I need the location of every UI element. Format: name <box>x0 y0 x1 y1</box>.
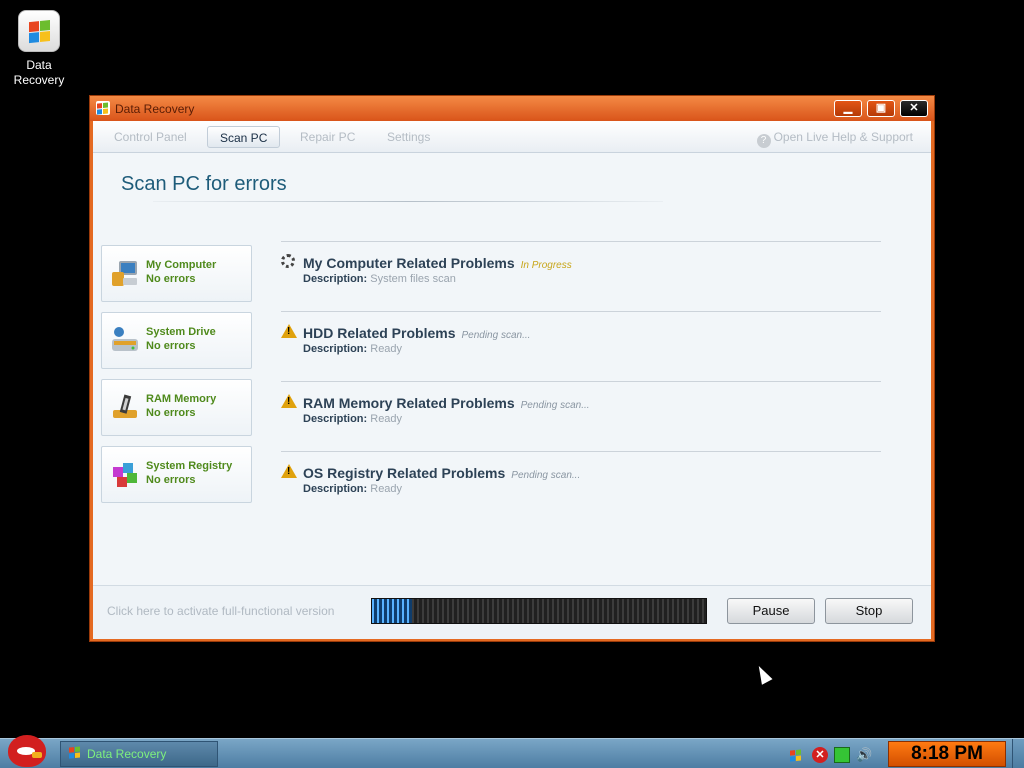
window-title: Data Recovery <box>115 102 195 116</box>
tab-scan-pc[interactable]: Scan PC <box>207 126 281 148</box>
problem-status: In Progress <box>520 260 572 271</box>
start-button[interactable] <box>4 731 50 768</box>
problem-row: OS Registry Related ProblemsPending scan… <box>281 451 881 521</box>
scan-progress-bar <box>371 598 707 624</box>
nav-bar: Control Panel Scan PC Repair PC Settings… <box>93 121 931 153</box>
activate-link[interactable]: Click here to activate full-functional v… <box>107 604 334 618</box>
card-status: No errors <box>146 474 196 486</box>
page-title: Scan PC for errors <box>121 173 287 195</box>
ram-icon <box>113 394 137 418</box>
minimize-icon: ▁ <box>843 102 853 114</box>
tab-settings[interactable]: Settings <box>375 126 442 148</box>
card-ram-memory[interactable]: RAM Memory No errors <box>101 379 252 436</box>
title-bar[interactable]: Data Recovery ▁ ▣ ✕ <box>90 96 934 121</box>
problem-title: OS Registry Related Problems Pending scan… <box>303 465 581 481</box>
angry-bird-icon <box>8 735 46 767</box>
card-title: My Computer <box>146 259 217 271</box>
card-my-computer[interactable]: My Computer No errors <box>101 245 252 302</box>
tab-control-panel[interactable]: Control Panel <box>102 126 199 148</box>
warning-icon <box>281 324 297 340</box>
card-title: System Drive <box>146 326 216 338</box>
progress-fill <box>372 599 413 623</box>
card-system-drive[interactable]: System Drive No errors <box>101 312 252 369</box>
warning-icon <box>281 464 297 480</box>
problem-status: Pending scan... <box>520 400 590 411</box>
card-status: No errors <box>146 273 196 285</box>
drive-icon <box>112 327 138 351</box>
footer-bar: Click here to activate full-functional v… <box>93 585 931 639</box>
registry-icon <box>113 463 137 487</box>
windows-flag-icon <box>18 10 60 52</box>
computer-icon <box>112 261 137 286</box>
problem-row: HDD Related ProblemsPending scan... Desc… <box>281 311 881 381</box>
problem-status: Pending scan... <box>461 330 531 341</box>
help-label: Open Live Help & Support <box>773 130 913 144</box>
clock[interactable]: 8:18 PM <box>888 741 1006 767</box>
show-desktop-button[interactable] <box>1012 739 1024 768</box>
minimize-button[interactable]: ▁ <box>834 100 862 117</box>
app-window: Data Recovery ▁ ▣ ✕ Control Panel Scan P… <box>89 95 935 642</box>
card-title: RAM Memory <box>146 393 217 405</box>
problem-row: RAM Memory Related ProblemsPending scan.… <box>281 381 881 451</box>
divider <box>153 201 663 202</box>
problem-row: My Computer Related Problems In Progress … <box>281 241 881 311</box>
help-icon: ? <box>756 134 771 148</box>
problem-description: Description: System files scan <box>303 273 456 285</box>
problem-description: Description: Ready <box>303 483 403 495</box>
taskbar-item-label: Data Recovery <box>87 747 167 761</box>
security-alert-icon[interactable]: ✕ <box>812 746 828 763</box>
taskbar: Data Recovery ✕ 🔊 8:18 PM <box>0 735 1024 768</box>
card-system-registry[interactable]: System Registry No errors <box>101 446 252 503</box>
problem-status: Pending scan... <box>511 470 581 481</box>
spinner-icon <box>281 254 297 270</box>
desktop-icon-label: Data Recovery <box>13 58 65 87</box>
pause-button[interactable]: Pause <box>727 598 815 624</box>
volume-icon[interactable]: 🔊 <box>856 747 872 763</box>
help-link[interactable]: ? Open Live Help & Support <box>756 130 913 148</box>
network-icon[interactable] <box>834 746 850 763</box>
tab-repair-pc[interactable]: Repair PC <box>288 126 367 148</box>
maximize-button[interactable]: ▣ <box>867 100 895 117</box>
problem-title: My Computer Related Problems In Progress <box>303 255 572 271</box>
desktop-icon-data-recovery[interactable]: Data Recovery <box>8 8 70 88</box>
window-client: Control Panel Scan PC Repair PC Settings… <box>93 121 931 639</box>
windows-flag-icon <box>69 746 81 759</box>
taskbar-item-data-recovery[interactable]: Data Recovery <box>60 741 218 767</box>
close-button[interactable]: ✕ <box>900 100 928 117</box>
mouse-cursor <box>753 663 773 685</box>
tray-app-icon[interactable] <box>790 747 806 763</box>
system-tray: ✕ 🔊 <box>790 746 878 764</box>
problem-description: Description: Ready <box>303 413 403 425</box>
close-icon: ✕ <box>909 102 919 114</box>
card-title: System Registry <box>146 460 233 472</box>
problem-title: HDD Related Problems Pending scan... <box>303 325 531 341</box>
warning-icon <box>281 394 297 410</box>
desktop: Data Recovery Data Recovery ▁ ▣ ✕ Contro… <box>0 0 1024 768</box>
problem-description: Description: Ready <box>303 343 403 355</box>
card-status: No errors <box>146 340 196 352</box>
stop-button[interactable]: Stop <box>825 598 913 624</box>
maximize-icon: ▣ <box>875 102 887 114</box>
card-status: No errors <box>146 407 196 419</box>
app-icon <box>96 101 110 115</box>
problem-title: RAM Memory Related Problems Pending scan.… <box>303 395 590 411</box>
